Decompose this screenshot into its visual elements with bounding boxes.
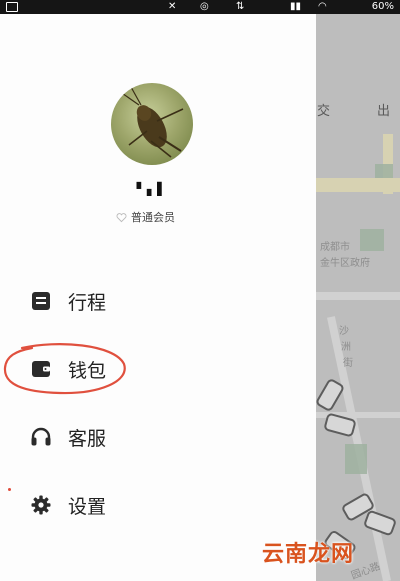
member-badge[interactable]: 普通会员 — [116, 209, 175, 225]
map-label: 洲 — [341, 342, 351, 353]
red-dot — [8, 488, 11, 491]
avatar[interactable] — [111, 83, 193, 165]
gear-icon — [31, 495, 51, 515]
battery-percent: 60% — [371, 1, 394, 12]
headset-icon — [31, 427, 51, 446]
map-label: 成都市 — [320, 242, 350, 253]
menu-item-trips[interactable]: 行程 — [30, 286, 106, 316]
map-label: 园心路 — [349, 561, 382, 581]
menu-label: 行程 — [68, 291, 107, 314]
watermark: 云南龙网 — [262, 541, 355, 567]
data-transfer-icon: ⇅ — [236, 1, 245, 12]
map-tab-2[interactable]: 出 — [377, 100, 390, 119]
mute-icon: ✕ — [168, 1, 177, 12]
alarm-icon: ◎ — [200, 1, 209, 12]
side-drawer: ▘▖▌ 普通会员 行程 钱包 客服 设置 — [0, 14, 316, 581]
map-tab-1[interactable]: 交 — [317, 100, 330, 119]
menu-label: 设置 — [68, 495, 107, 518]
car-icon — [362, 509, 398, 537]
map-park — [375, 164, 393, 178]
screenshot-icon — [6, 2, 18, 12]
wifi-icon: ◠ — [318, 1, 327, 12]
signal-icon: ▮▮ — [290, 1, 302, 12]
user-name: ▘▖▌ — [136, 182, 168, 196]
map-park — [345, 444, 367, 474]
map-label: 街 — [343, 358, 353, 369]
highlight-circle — [3, 343, 126, 395]
menu-label: 客服 — [68, 427, 107, 450]
member-level: 普通会员 — [131, 211, 175, 224]
trip-list-icon — [32, 292, 50, 310]
menu-item-settings[interactable]: 设置 — [30, 490, 106, 520]
map-road — [315, 292, 400, 300]
menu-item-support[interactable]: 客服 — [30, 422, 106, 452]
map-view[interactable]: 交 出 成都市 金牛区政府 沙 洲 街 园心路 — [315, 14, 400, 581]
map-label: 金牛区政府 — [320, 258, 370, 269]
status-bar: ✕ ◎ ⇅ ▮▮ ◠ 60% — [0, 0, 400, 14]
map-label: 沙 — [339, 326, 349, 337]
map-park — [360, 229, 384, 251]
cricket-photo — [118, 86, 184, 158]
heart-icon — [116, 212, 127, 222]
